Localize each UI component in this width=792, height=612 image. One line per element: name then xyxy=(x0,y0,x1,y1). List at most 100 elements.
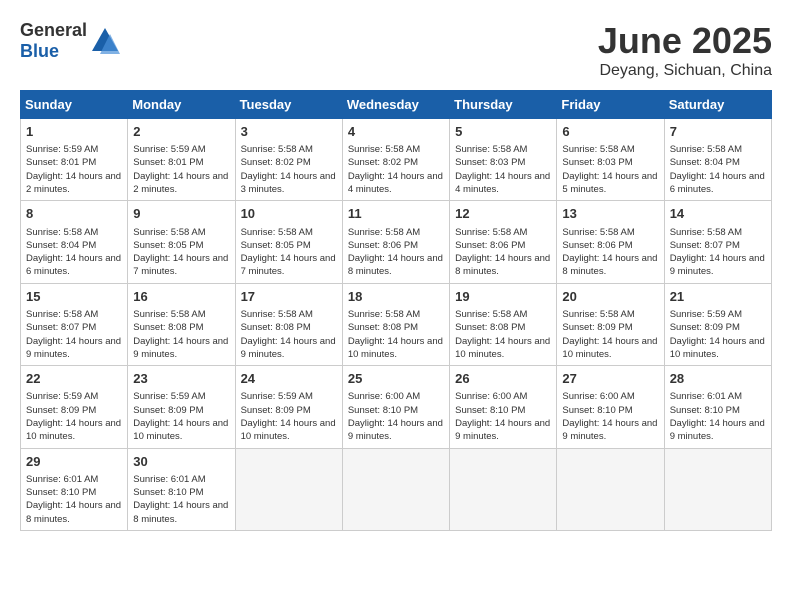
table-row xyxy=(235,448,342,530)
day-info: Sunrise: 5:59 AMSunset: 8:01 PMDaylight:… xyxy=(133,143,229,196)
day-number: 15 xyxy=(26,288,122,306)
day-number: 7 xyxy=(670,123,766,141)
day-info: Sunrise: 6:01 AMSunset: 8:10 PMDaylight:… xyxy=(670,390,766,443)
table-row: 4 Sunrise: 5:58 AMSunset: 8:02 PMDayligh… xyxy=(342,119,449,201)
day-number: 23 xyxy=(133,370,229,388)
day-number: 3 xyxy=(241,123,337,141)
day-number: 20 xyxy=(562,288,658,306)
calendar-week-row: 15 Sunrise: 5:58 AMSunset: 8:07 PMDaylig… xyxy=(21,283,772,365)
title-area: June 2025 Deyang, Sichuan, China xyxy=(598,20,772,80)
table-row xyxy=(342,448,449,530)
day-number: 27 xyxy=(562,370,658,388)
day-number: 6 xyxy=(562,123,658,141)
logo-blue: Blue xyxy=(20,41,59,61)
table-row: 20 Sunrise: 5:58 AMSunset: 8:09 PMDaylig… xyxy=(557,283,664,365)
day-info: Sunrise: 5:58 AMSunset: 8:06 PMDaylight:… xyxy=(348,226,444,279)
table-row xyxy=(557,448,664,530)
day-info: Sunrise: 5:58 AMSunset: 8:06 PMDaylight:… xyxy=(455,226,551,279)
calendar-week-row: 1 Sunrise: 5:59 AMSunset: 8:01 PMDayligh… xyxy=(21,119,772,201)
day-number: 13 xyxy=(562,205,658,223)
day-info: Sunrise: 5:59 AMSunset: 8:09 PMDaylight:… xyxy=(26,390,122,443)
day-number: 17 xyxy=(241,288,337,306)
table-row: 13 Sunrise: 5:58 AMSunset: 8:06 PMDaylig… xyxy=(557,201,664,283)
table-row: 12 Sunrise: 5:58 AMSunset: 8:06 PMDaylig… xyxy=(450,201,557,283)
table-row: 9 Sunrise: 5:58 AMSunset: 8:05 PMDayligh… xyxy=(128,201,235,283)
day-info: Sunrise: 5:58 AMSunset: 8:02 PMDaylight:… xyxy=(348,143,444,196)
day-number: 24 xyxy=(241,370,337,388)
day-number: 11 xyxy=(348,205,444,223)
table-row: 15 Sunrise: 5:58 AMSunset: 8:07 PMDaylig… xyxy=(21,283,128,365)
month-title: June 2025 xyxy=(598,20,772,62)
day-info: Sunrise: 6:00 AMSunset: 8:10 PMDaylight:… xyxy=(562,390,658,443)
weekday-header-row: Sunday Monday Tuesday Wednesday Thursday… xyxy=(21,91,772,119)
day-info: Sunrise: 5:59 AMSunset: 8:09 PMDaylight:… xyxy=(133,390,229,443)
table-row: 21 Sunrise: 5:59 AMSunset: 8:09 PMDaylig… xyxy=(664,283,771,365)
table-row: 28 Sunrise: 6:01 AMSunset: 8:10 PMDaylig… xyxy=(664,366,771,448)
day-info: Sunrise: 5:59 AMSunset: 8:09 PMDaylight:… xyxy=(241,390,337,443)
table-row: 11 Sunrise: 5:58 AMSunset: 8:06 PMDaylig… xyxy=(342,201,449,283)
table-row: 14 Sunrise: 5:58 AMSunset: 8:07 PMDaylig… xyxy=(664,201,771,283)
table-row: 27 Sunrise: 6:00 AMSunset: 8:10 PMDaylig… xyxy=(557,366,664,448)
day-number: 22 xyxy=(26,370,122,388)
day-info: Sunrise: 5:58 AMSunset: 8:07 PMDaylight:… xyxy=(670,226,766,279)
day-number: 28 xyxy=(670,370,766,388)
day-number: 25 xyxy=(348,370,444,388)
day-number: 18 xyxy=(348,288,444,306)
day-info: Sunrise: 5:58 AMSunset: 8:05 PMDaylight:… xyxy=(241,226,337,279)
header-sunday: Sunday xyxy=(21,91,128,119)
table-row: 17 Sunrise: 5:58 AMSunset: 8:08 PMDaylig… xyxy=(235,283,342,365)
table-row: 22 Sunrise: 5:59 AMSunset: 8:09 PMDaylig… xyxy=(21,366,128,448)
calendar-week-row: 29 Sunrise: 6:01 AMSunset: 8:10 PMDaylig… xyxy=(21,448,772,530)
day-info: Sunrise: 5:58 AMSunset: 8:08 PMDaylight:… xyxy=(348,308,444,361)
day-info: Sunrise: 5:58 AMSunset: 8:04 PMDaylight:… xyxy=(670,143,766,196)
day-info: Sunrise: 5:59 AMSunset: 8:09 PMDaylight:… xyxy=(670,308,766,361)
table-row: 26 Sunrise: 6:00 AMSunset: 8:10 PMDaylig… xyxy=(450,366,557,448)
day-number: 29 xyxy=(26,453,122,471)
header: General Blue June 2025 Deyang, Sichuan, … xyxy=(20,20,772,80)
day-info: Sunrise: 6:00 AMSunset: 8:10 PMDaylight:… xyxy=(348,390,444,443)
table-row: 19 Sunrise: 5:58 AMSunset: 8:08 PMDaylig… xyxy=(450,283,557,365)
day-number: 16 xyxy=(133,288,229,306)
table-row: 23 Sunrise: 5:59 AMSunset: 8:09 PMDaylig… xyxy=(128,366,235,448)
day-info: Sunrise: 6:01 AMSunset: 8:10 PMDaylight:… xyxy=(133,473,229,526)
logo-wordmark: General Blue xyxy=(20,20,87,62)
header-monday: Monday xyxy=(128,91,235,119)
day-info: Sunrise: 5:58 AMSunset: 8:04 PMDaylight:… xyxy=(26,226,122,279)
day-number: 5 xyxy=(455,123,551,141)
day-number: 4 xyxy=(348,123,444,141)
day-info: Sunrise: 5:59 AMSunset: 8:01 PMDaylight:… xyxy=(26,143,122,196)
day-info: Sunrise: 5:58 AMSunset: 8:08 PMDaylight:… xyxy=(455,308,551,361)
table-row: 18 Sunrise: 5:58 AMSunset: 8:08 PMDaylig… xyxy=(342,283,449,365)
day-info: Sunrise: 5:58 AMSunset: 8:03 PMDaylight:… xyxy=(455,143,551,196)
day-number: 10 xyxy=(241,205,337,223)
table-row: 2 Sunrise: 5:59 AMSunset: 8:01 PMDayligh… xyxy=(128,119,235,201)
header-thursday: Thursday xyxy=(450,91,557,119)
day-number: 14 xyxy=(670,205,766,223)
header-saturday: Saturday xyxy=(664,91,771,119)
table-row: 8 Sunrise: 5:58 AMSunset: 8:04 PMDayligh… xyxy=(21,201,128,283)
day-info: Sunrise: 5:58 AMSunset: 8:09 PMDaylight:… xyxy=(562,308,658,361)
table-row: 25 Sunrise: 6:00 AMSunset: 8:10 PMDaylig… xyxy=(342,366,449,448)
logo-icon xyxy=(90,26,120,56)
table-row: 5 Sunrise: 5:58 AMSunset: 8:03 PMDayligh… xyxy=(450,119,557,201)
table-row: 29 Sunrise: 6:01 AMSunset: 8:10 PMDaylig… xyxy=(21,448,128,530)
day-number: 21 xyxy=(670,288,766,306)
day-info: Sunrise: 5:58 AMSunset: 8:02 PMDaylight:… xyxy=(241,143,337,196)
day-number: 8 xyxy=(26,205,122,223)
header-tuesday: Tuesday xyxy=(235,91,342,119)
day-number: 1 xyxy=(26,123,122,141)
day-info: Sunrise: 5:58 AMSunset: 8:03 PMDaylight:… xyxy=(562,143,658,196)
table-row xyxy=(664,448,771,530)
table-row: 16 Sunrise: 5:58 AMSunset: 8:08 PMDaylig… xyxy=(128,283,235,365)
logo-general: General xyxy=(20,20,87,40)
day-info: Sunrise: 5:58 AMSunset: 8:06 PMDaylight:… xyxy=(562,226,658,279)
day-number: 2 xyxy=(133,123,229,141)
day-info: Sunrise: 5:58 AMSunset: 8:05 PMDaylight:… xyxy=(133,226,229,279)
day-info: Sunrise: 5:58 AMSunset: 8:08 PMDaylight:… xyxy=(241,308,337,361)
day-number: 26 xyxy=(455,370,551,388)
table-row: 30 Sunrise: 6:01 AMSunset: 8:10 PMDaylig… xyxy=(128,448,235,530)
logo: General Blue xyxy=(20,20,120,62)
table-row: 10 Sunrise: 5:58 AMSunset: 8:05 PMDaylig… xyxy=(235,201,342,283)
header-wednesday: Wednesday xyxy=(342,91,449,119)
table-row: 6 Sunrise: 5:58 AMSunset: 8:03 PMDayligh… xyxy=(557,119,664,201)
